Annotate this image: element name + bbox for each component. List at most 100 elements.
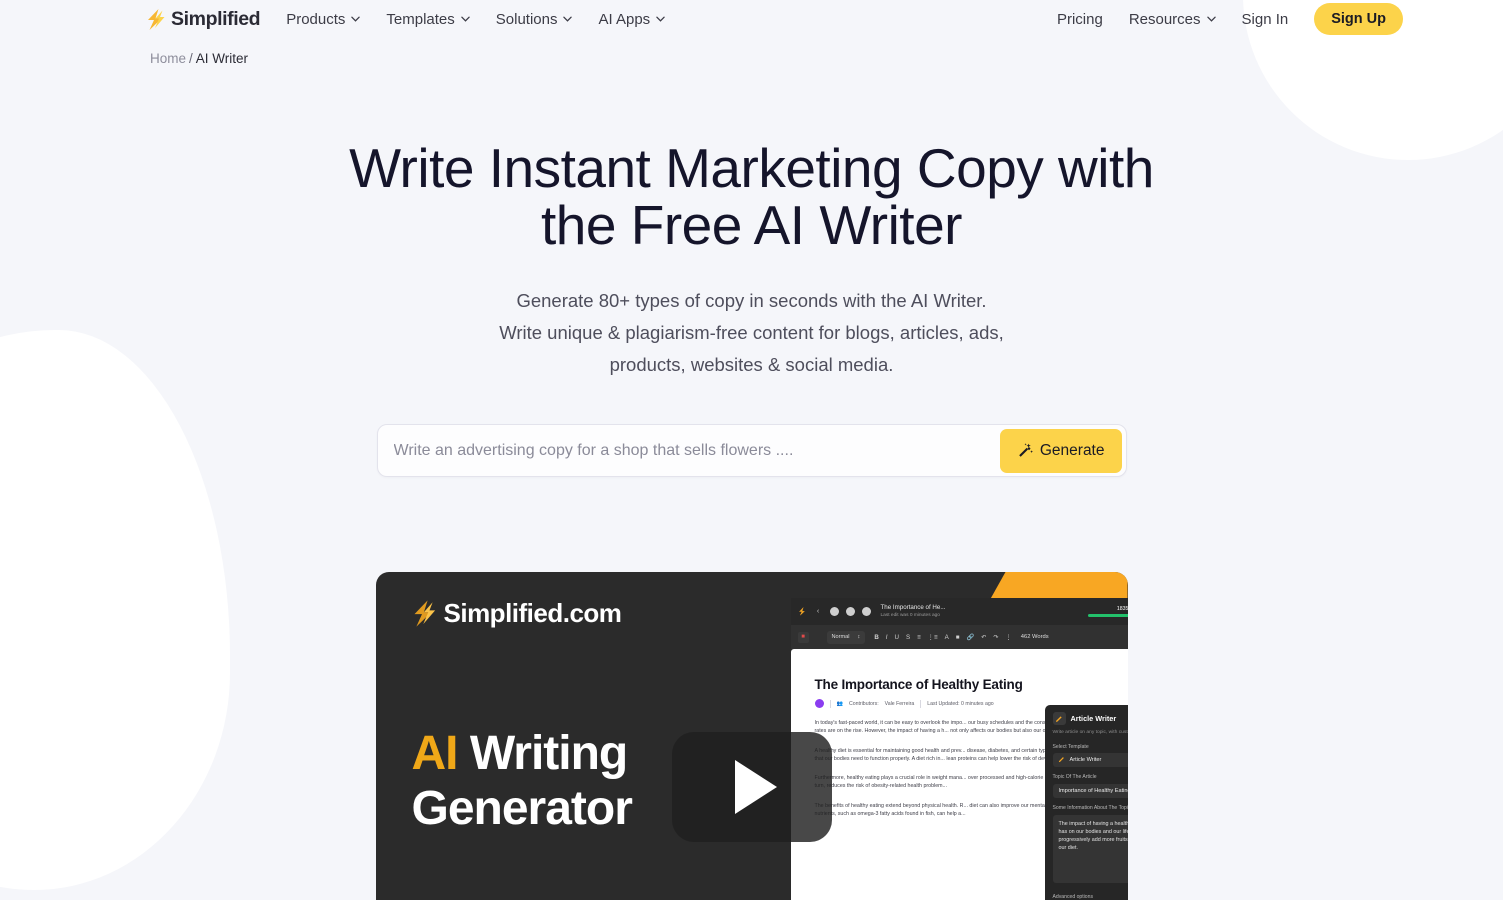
chevron-down-icon [1206,16,1216,22]
pencil-icon [1058,756,1066,764]
record-icon[interactable]: ■ [797,631,809,643]
info-label: Some Information About The Topic [1052,804,1128,811]
page-title-line-1: Write Instant Marketing Copy with [349,137,1154,199]
article-writer-panel-title: Article Writer [1070,714,1117,723]
highlight-icon[interactable]: ■ [956,634,960,641]
editor-word-count: 462 Words [1020,634,1049,640]
secondary-nav-links: Pricing Resources Sign In Sign Up [1057,3,1403,35]
nav-item-label: Resources [1128,10,1201,28]
undo-icon[interactable]: ↶ [981,634,986,641]
video-headline-ai: AI [411,727,459,780]
more-options-icon[interactable]: ⋮ [1006,634,1012,641]
divider [829,699,831,708]
nav-item-templates[interactable]: Templates [386,11,470,28]
chevron-updown-icon: ↕ [857,634,861,640]
editor-credits-meter: 1835 / 252000 credits used [1087,606,1128,617]
topic-label: Topic Of The Article [1052,773,1097,780]
text-style-select[interactable]: Normal ↕ [826,630,866,644]
editor-credits-used: 1835 / 252000 [1116,606,1128,613]
video-brand-name: Simplified.com [443,598,622,628]
article-heading: The Importance of Healthy Eating [814,677,1023,692]
sign-up-button[interactable]: Sign Up [1314,3,1403,35]
last-updated-text: Last Updated: 0 minutes ago [927,700,994,707]
video-headline-rest: Writing [457,727,628,780]
page-root: Simplified Products Templates Solutions … [0,0,1503,900]
align-icon[interactable]: ≡ [917,634,921,641]
editor-toolbar-buttons: B I U S ≡ ⋮≡ A ■ 🔗 ↶ ↷ ⋮ [874,633,1012,642]
chevron-down-icon [563,16,573,22]
text-style-value: Normal [831,634,850,640]
magic-wand-icon [1019,442,1033,457]
breadcrumb-current-page: AI Writer [195,51,249,66]
avatar [814,699,824,708]
bold-icon[interactable]: B [874,634,878,641]
article-writer-panel-header[interactable]: Article Writer ^ [1052,712,1128,725]
nav-item-label: AI Apps [598,10,651,28]
redo-icon[interactable]: ↷ [993,634,998,641]
info-textarea[interactable]: The impact of having a healthy diet, the… [1052,814,1128,883]
strikethrough-icon[interactable]: S [906,634,910,641]
simplified-bolt-logo-icon [148,8,165,30]
sign-in-link[interactable]: Sign In [1242,11,1289,28]
advanced-options-label: Advanced options [1052,894,1094,900]
advanced-options-row: Advanced options [1053,893,1128,900]
pencil-icon [1052,712,1066,725]
text-color-icon[interactable]: A [945,634,949,641]
hero-section: Write Instant Marketing Copy with the Fr… [0,140,1503,381]
play-video-button[interactable] [671,732,832,842]
video-headline-line-2: Generator [411,782,633,835]
hero-subtitle-line-1: Generate 80+ types of copy in seconds wi… [516,290,987,311]
editor-credits-progress-bar [1087,614,1128,617]
template-select-value: Article Writer [1069,756,1102,763]
info-label-row: Some Information About The Topic 29/240 … [1053,805,1128,812]
prompt-input[interactable] [377,441,1000,460]
contributors-name: Vale Ferreira [884,700,915,707]
top-navigation-bar: Simplified Products Templates Solutions … [0,0,1503,38]
editor-format-toolbar: ■ Normal ↕ B I U S ≡ ⋮≡ A ■ 🔗 ↶ ↷ ⋮ 462 … [790,625,1128,649]
nav-item-ai-apps[interactable]: AI Apps [598,11,665,28]
nav-item-resources[interactable]: Resources [1129,11,1216,28]
topic-label-row: Topic Of The Article 4/20 Words [1053,774,1128,781]
article-writer-panel: Article Writer ^ Write article on any to… [1044,705,1128,900]
generate-button-label: Generate [1039,441,1105,459]
page-title-line-2: the Free AI Writer [541,194,962,256]
editor-topbar-icons: ‹ [798,607,871,616]
link-icon[interactable]: 🔗 [966,633,974,641]
nav-item-pricing[interactable]: Pricing [1057,11,1103,28]
video-headline: AI Writing Generator [411,726,633,836]
breadcrumb-home-link[interactable]: Home [150,51,186,66]
chevron-down-icon [461,16,470,22]
article-writer-panel-description: Write article on any topic, with custom … [1052,730,1128,735]
italic-icon[interactable]: I [886,634,888,641]
chevron-down-icon [351,16,361,22]
editor-screenshot-mock: ‹ The Importance of He... Last edit was … [790,598,1128,900]
divider [920,699,922,708]
hero-subtitle-line-2: Write unique & plagiarism-free content f… [499,322,1004,343]
brand-name: Simplified [171,7,261,30]
breadcrumb: Home / AI Writer [0,38,1503,66]
topic-input[interactable]: Importance of Healthy Eating [1052,783,1128,798]
video-brand-logo: Simplified.com [412,598,622,629]
select-template-label: Select Template [1052,743,1089,750]
chevron-left-icon[interactable]: ‹ [814,607,823,616]
editor-doc-info: The Importance of He... Last edit was 0 … [881,604,946,619]
copy-icon[interactable] [845,607,855,616]
settings-gear-icon[interactable] [861,607,871,616]
primary-nav-links: Products Templates Solutions AI Apps [286,11,665,28]
nav-item-products[interactable]: Products [286,11,361,28]
history-icon[interactable] [829,607,839,616]
demo-video-card[interactable]: Simplified.com AI Writing Generator ‹ Th… [375,572,1128,900]
list-icon[interactable]: ⋮≡ [928,634,938,641]
nav-item-solutions[interactable]: Solutions [496,11,573,28]
underline-icon[interactable]: U [895,634,899,641]
editor-top-bar: ‹ The Importance of He... Last edit was … [790,598,1128,625]
simplified-bolt-logo-icon [414,600,435,627]
brand-logo[interactable]: Simplified [146,7,261,31]
simplified-bolt-logo-icon [798,607,805,616]
hero-subtitle-line-3: products, websites & social media. [609,354,894,375]
editor-doc-title: The Importance of He... [880,604,946,611]
template-select[interactable]: Article Writer ˅ [1052,752,1128,767]
contributors-label: Contributors: [848,700,879,707]
generate-button[interactable]: Generate [999,428,1122,473]
prompt-bar: Generate [376,424,1127,477]
